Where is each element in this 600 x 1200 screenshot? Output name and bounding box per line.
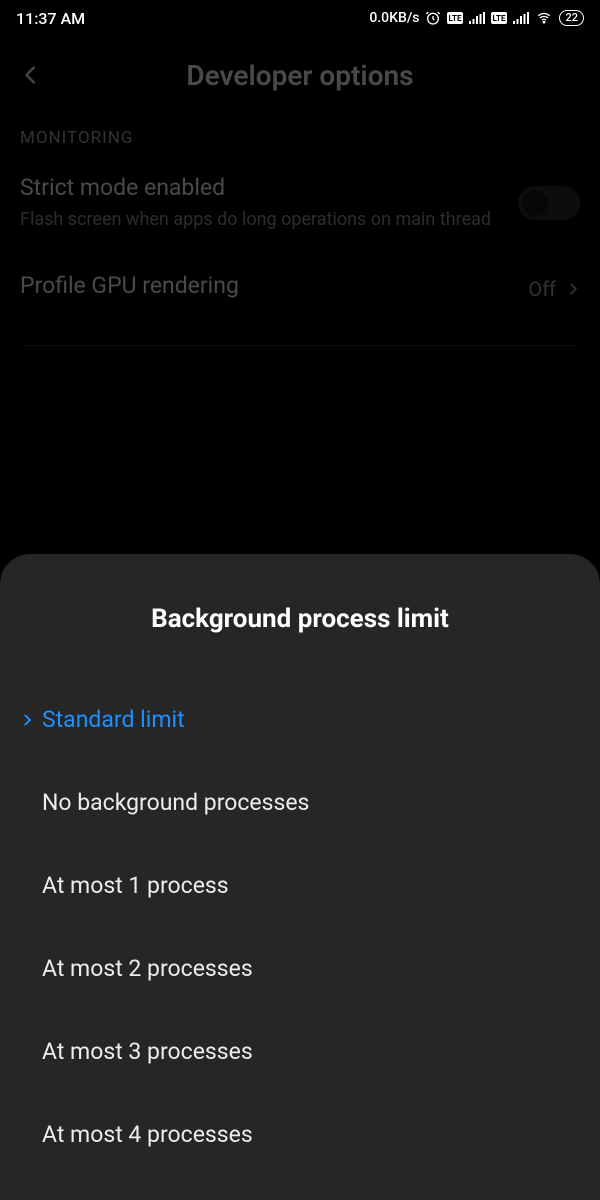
signal-icon [469, 12, 485, 24]
sheet-option[interactable]: Standard limit [0, 678, 600, 761]
option-label: At most 4 processes [42, 1121, 253, 1148]
status-bar: 11:37 AM 0.0KB/s LTE LTE 22 [0, 0, 600, 36]
svg-text:LTE: LTE [449, 14, 462, 23]
bottom-sheet: Background process limit Standard limit N… [0, 554, 600, 1200]
battery-indicator: 22 [559, 10, 584, 26]
wifi-icon [535, 11, 553, 25]
status-right: 0.0KB/s LTE LTE 22 [369, 10, 584, 26]
svg-text:LTE: LTE [493, 14, 506, 23]
setting-subtitle: Flash screen when apps do long operation… [20, 207, 502, 232]
back-icon[interactable] [20, 64, 48, 86]
alarm-icon [425, 10, 441, 26]
setting-value: Off [528, 277, 556, 301]
toggle-switch[interactable] [518, 186, 580, 220]
divider [20, 345, 580, 346]
sheet-option[interactable]: At most 1 process [0, 844, 600, 927]
signal-icon-2 [513, 12, 529, 24]
option-label: Standard limit [42, 706, 185, 733]
setting-strict-mode[interactable]: Strict mode enabled Flash screen when ap… [20, 174, 580, 232]
sheet-option[interactable]: At most 2 processes [0, 927, 600, 1010]
chevron-right-icon [566, 279, 580, 299]
section-label: MONITORING [20, 128, 580, 148]
chevron-right-icon [14, 710, 40, 730]
sheet-option[interactable]: No background processes [0, 761, 600, 844]
volte-icon: LTE [447, 12, 463, 24]
option-label: No background processes [42, 789, 309, 816]
setting-title: Profile GPU rendering [20, 272, 512, 299]
page-title: Developer options [48, 59, 552, 92]
sheet-option[interactable]: At most 3 processes [0, 1010, 600, 1093]
setting-title: Strict mode enabled [20, 174, 502, 201]
page-header: Developer options [20, 36, 580, 114]
setting-gpu-rendering[interactable]: Profile GPU rendering Off [20, 272, 580, 305]
option-label: At most 3 processes [42, 1038, 253, 1065]
option-label: At most 2 processes [42, 955, 253, 982]
option-label: At most 1 process [42, 872, 229, 899]
options-list: Standard limit No background processes At … [0, 678, 600, 1176]
sheet-title: Background process limit [0, 604, 600, 634]
net-speed: 0.0KB/s [369, 10, 419, 26]
volte-icon-2: LTE [491, 12, 507, 24]
status-time: 11:37 AM [16, 9, 85, 28]
sheet-option[interactable]: At most 4 processes [0, 1093, 600, 1176]
